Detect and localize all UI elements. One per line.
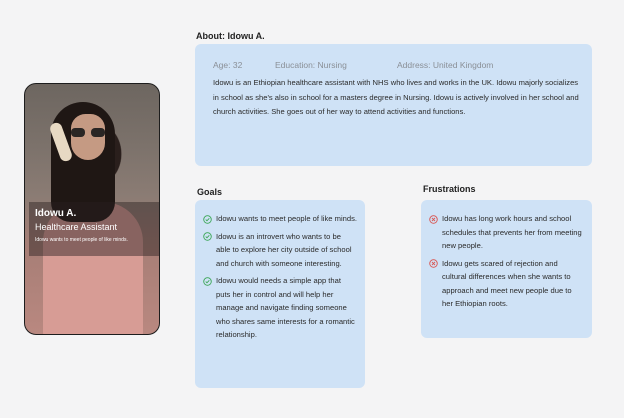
frustrations-box: Idowu has long work hours and school sch… [421,200,592,338]
persona-name: Idowu A. [35,208,77,219]
about-meta-row: Age: 32 Education: Nursing Address: Unit… [213,60,574,70]
list-item: Idowu gets scared of rejection and cultu… [429,257,584,311]
persona-tagline: Idowu wants to meet people of like minds… [35,237,128,243]
sunglasses-icon [71,128,105,137]
frustration-text: Idowu has long work hours and school sch… [442,214,582,250]
check-circle-icon [203,232,212,241]
list-item: Idowu wants to meet people of like minds… [203,212,357,226]
about-heading: About: Idowu A. [196,31,265,41]
about-box: Age: 32 Education: Nursing Address: Unit… [195,44,592,166]
cross-circle-icon [429,214,438,224]
check-circle-icon [203,214,212,224]
goal-text: Idowu wants to meet people of like minds… [216,214,357,223]
goals-heading: Goals [197,187,223,197]
cross-circle-icon [429,259,438,268]
goal-text: Idowu is an introvert who wants to be ab… [216,231,352,268]
about-text: Idowu is an Ethiopian healthcare assista… [213,78,579,116]
persona-card: Idowu A. Healthcare Assistant Idowu want… [24,83,160,335]
persona-photo-face [71,114,105,160]
frustration-text: Idowu gets scared of rejection and cultu… [442,258,572,309]
about-address: Address: United Kingdom [397,60,494,70]
frustrations-heading: Frustrations [423,184,476,194]
about-age: Age: 32 [213,60,243,70]
list-item: Idowu has long work hours and school sch… [429,212,584,253]
check-circle-icon [203,276,212,286]
about-education: Education: Nursing [275,60,347,70]
goals-box: Idowu wants to meet people of like minds… [195,200,365,388]
goal-text: Idowu would needs a simple app that puts… [216,276,355,339]
persona-role: Healthcare Assistant [35,222,118,232]
list-item: Idowu is an introvert who wants to be ab… [203,230,357,271]
list-item: Idowu would needs a simple app that puts… [203,274,357,342]
